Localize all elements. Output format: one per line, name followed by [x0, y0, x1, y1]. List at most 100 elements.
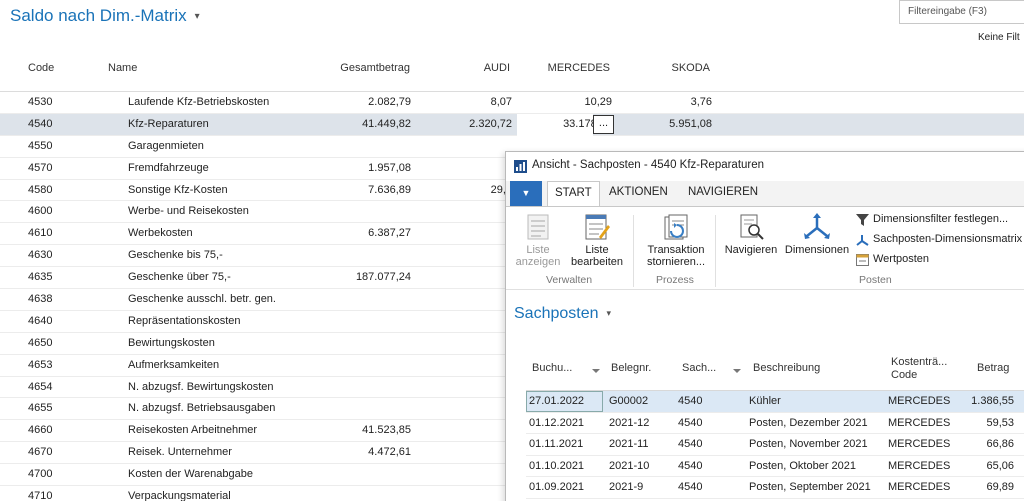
ledger-icon [856, 254, 869, 266]
cell-total[interactable]: 7.636,89 [310, 184, 411, 196]
liste-bearbeiten-button[interactable]: Liste bearbeiten [568, 213, 626, 268]
cell-total[interactable]: 41.449,82 [310, 118, 411, 130]
cell-code: 4570 [28, 161, 53, 174]
cell-name: Geschenke ausschl. betr. gen. [128, 293, 276, 306]
app-menu-button[interactable]: ▼ [510, 181, 542, 206]
cell-code: 4700 [28, 468, 53, 481]
cell-sachkonto: 4540 [678, 481, 703, 494]
cell-audi[interactable]: 8,07 [440, 96, 512, 108]
table-row[interactable]: 01.11.2021 2021-11 4540 Posten, November 20… [526, 434, 1024, 456]
tab-aktionen[interactable]: AKTIONEN [609, 186, 668, 198]
transaktion-stornieren-button[interactable]: Transaktion stornieren... [641, 213, 711, 268]
column-header-beschreibung[interactable]: Beschreibung [753, 362, 820, 375]
group-divider [715, 215, 716, 287]
page-title[interactable]: Saldo nach Dim.-Matrix ▾ [10, 6, 200, 26]
cell-beschreibung: Posten, Oktober 2021 [749, 459, 857, 472]
window-title: Ansicht - Sachposten - 4540 Kfz-Reparatu… [532, 159, 765, 171]
dimensionen-button[interactable]: Dimensionen [784, 213, 850, 256]
column-header-mercedes[interactable]: MERCEDES [530, 62, 610, 74]
cell-kostentraeger: MERCEDES [888, 459, 951, 472]
column-header-audi[interactable]: AUDI [440, 62, 510, 74]
dimensionsfilter-button[interactable]: Dimensionsfilter festlegen... [856, 213, 1008, 226]
cell-belegnr: 2021-12 [609, 416, 650, 429]
cell-name: Kfz-Reparaturen [128, 117, 209, 130]
cell-name: Fremdfahrzeuge [128, 161, 209, 174]
column-header-kostentraeger[interactable]: Kostenträ... Code [891, 356, 947, 382]
tab-start[interactable]: START [547, 181, 600, 207]
column-header-betrag[interactable]: Betrag [977, 362, 1009, 375]
cell-skoda[interactable]: 3,76 [640, 96, 712, 108]
liste-anzeigen-button[interactable]: Liste anzeigen [514, 213, 562, 268]
cell-buchungsdatum[interactable]: 01.09.2021 [529, 481, 584, 493]
list-title[interactable]: Sachposten ▾ [514, 305, 611, 323]
cell-code: 4650 [28, 336, 53, 349]
cell-kostentraeger: MERCEDES [888, 416, 951, 429]
lookup-button[interactable]: ... [593, 114, 614, 134]
cell-mercedes[interactable]: 10,29 [530, 96, 612, 108]
table-row[interactable]: 01.12.2021 2021-12 4540 Posten, Dezember 20… [526, 413, 1024, 435]
table-row[interactable]: 01.10.2021 2021-10 4540 Posten, Oktober 202… [526, 456, 1024, 478]
cell-buchungsdatum[interactable]: 01.11.2021 [529, 438, 583, 450]
cell-buchungsdatum[interactable]: 27.01.2022 [526, 391, 603, 412]
cell-total[interactable]: 1.957,08 [310, 162, 411, 174]
navigieren-button[interactable]: Navigieren [721, 213, 781, 256]
cell-code: 4635 [28, 271, 53, 284]
chevron-down-icon[interactable]: ▾ [195, 11, 200, 22]
cell-name: Geschenke bis 75,- [128, 249, 223, 262]
cell-code: 4550 [28, 139, 53, 152]
column-header-name[interactable]: Name [108, 62, 137, 74]
cell-code: 4660 [28, 424, 53, 437]
cell-name: Bewirtungskosten [128, 336, 215, 349]
column-header-buchungsdatum[interactable]: Buchu... [532, 362, 572, 375]
cell-betrag: 65,06 [986, 459, 1014, 472]
group-label-posten: Posten [859, 274, 892, 286]
window-titlebar[interactable]: Ansicht - Sachposten - 4540 Kfz-Reparatu… [506, 152, 1024, 180]
cell-buchungsdatum[interactable]: 01.10.2021 [529, 460, 584, 472]
navigate-icon [740, 214, 764, 240]
reverse-transaction-icon [664, 214, 688, 240]
cell-beschreibung: Posten, September 2021 [749, 481, 871, 494]
cell-buchungsdatum[interactable]: 01.12.2021 [529, 417, 584, 429]
cell-beschreibung: Posten, Dezember 2021 [749, 416, 868, 429]
cell-code: 4600 [28, 205, 53, 218]
table-row[interactable]: 4530 Laufende Kfz-Betriebskosten 2.082,79 8… [0, 92, 1024, 114]
cell-kostentraeger: MERCEDES [888, 395, 951, 407]
cell-total[interactable]: 6.387,27 [310, 227, 411, 239]
table-row[interactable]: 01.09.2021 2021-9 4540 Posten, September 20… [526, 477, 1024, 499]
group-label-prozess: Prozess [656, 274, 694, 286]
cell-total[interactable]: 41.523,85 [310, 424, 411, 436]
cell-code: 4610 [28, 227, 53, 240]
cell-audi[interactable]: 2.320,72 [440, 118, 512, 130]
table-row[interactable]: 27.01.2022 G00002 4540 Kühler MERCEDES 1.386,… [526, 391, 1024, 413]
list-view-icon [527, 214, 549, 240]
column-header-belegnr[interactable]: Belegnr. [611, 362, 651, 375]
cell-name: Sonstige Kfz-Kosten [128, 183, 228, 196]
chevron-down-icon[interactable]: ▾ [607, 308, 612, 318]
cell-skoda[interactable]: 5.951,08 [640, 118, 712, 130]
cell-total[interactable]: 4.472,61 [310, 446, 411, 458]
table-row[interactable]: 4540 Kfz-Reparaturen 41.449,82 2.320,72 33.1… [0, 113, 1024, 136]
sachposten-grid: 27.01.2022 G00002 4540 Kühler MERCEDES 1.386,… [526, 391, 1024, 499]
column-header-sachkonto[interactable]: Sach... [682, 362, 716, 375]
cell-betrag: 69,89 [986, 481, 1014, 494]
filter-input[interactable]: Filtereingabe (F3) [899, 0, 1024, 24]
cell-audi[interactable]: 29,6 [440, 184, 512, 196]
column-header-skoda[interactable]: SKODA [640, 62, 710, 74]
column-header-total[interactable]: Gesamtbetrag [310, 62, 410, 74]
app-icon [514, 160, 527, 173]
cell-total[interactable]: 2.082,79 [310, 96, 411, 108]
dimensionsmatrix-button[interactable]: Sachposten-Dimensionsmatrix [856, 233, 1022, 246]
cell-belegnr: 2021-9 [609, 481, 644, 494]
sort-arrow-icon[interactable] [733, 369, 741, 373]
tab-navigieren[interactable]: NAVIGIEREN [688, 186, 758, 198]
cell-total[interactable]: 187.077,24 [310, 271, 411, 283]
column-header-code[interactable]: Code [28, 62, 54, 74]
cell-code: 4640 [28, 314, 53, 327]
cell-code: 4655 [28, 402, 53, 415]
wertposten-button[interactable]: Wertposten [856, 253, 929, 266]
cell-name: Laufende Kfz-Betriebskosten [128, 96, 270, 108]
sort-arrow-icon[interactable] [592, 369, 600, 373]
cell-belegnr: 2021-11 [609, 438, 649, 451]
page-title-text: Saldo nach Dim.-Matrix [10, 6, 187, 25]
cell-name: Aufmerksamkeiten [128, 358, 220, 371]
